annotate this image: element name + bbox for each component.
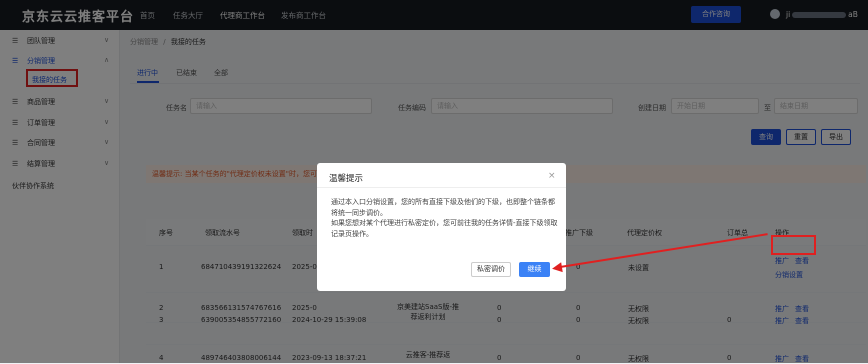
dialog-text-1: 通过本入口分销设置，您的所有直接下级及他们的下级，也即整个链条都将统一同步调价。 bbox=[331, 198, 555, 217]
dialog-body: 通过本入口分销设置，您的所有直接下级及他们的下级，也即整个链条都将统一同步调价。… bbox=[331, 197, 561, 239]
dialog-text-2: 如果您想对某个代理进行私密定价，您可前往我的任务详情-直接下级领取记录页操作。 bbox=[331, 219, 558, 238]
dialog-title: 温馨提示 bbox=[329, 174, 364, 184]
private-pricing-button[interactable]: 私密调价 bbox=[471, 262, 511, 277]
close-icon[interactable]: × bbox=[548, 171, 556, 181]
dialog-divider bbox=[317, 187, 566, 188]
highlight-box-distribution-settings bbox=[771, 235, 816, 255]
continue-button[interactable]: 继续 bbox=[519, 262, 550, 277]
annotation-arrow-head bbox=[551, 262, 563, 274]
warm-tip-dialog: 温馨提示 × 通过本入口分销设置，您的所有直接下级及他们的下级，也即整个链条都将… bbox=[317, 163, 566, 291]
